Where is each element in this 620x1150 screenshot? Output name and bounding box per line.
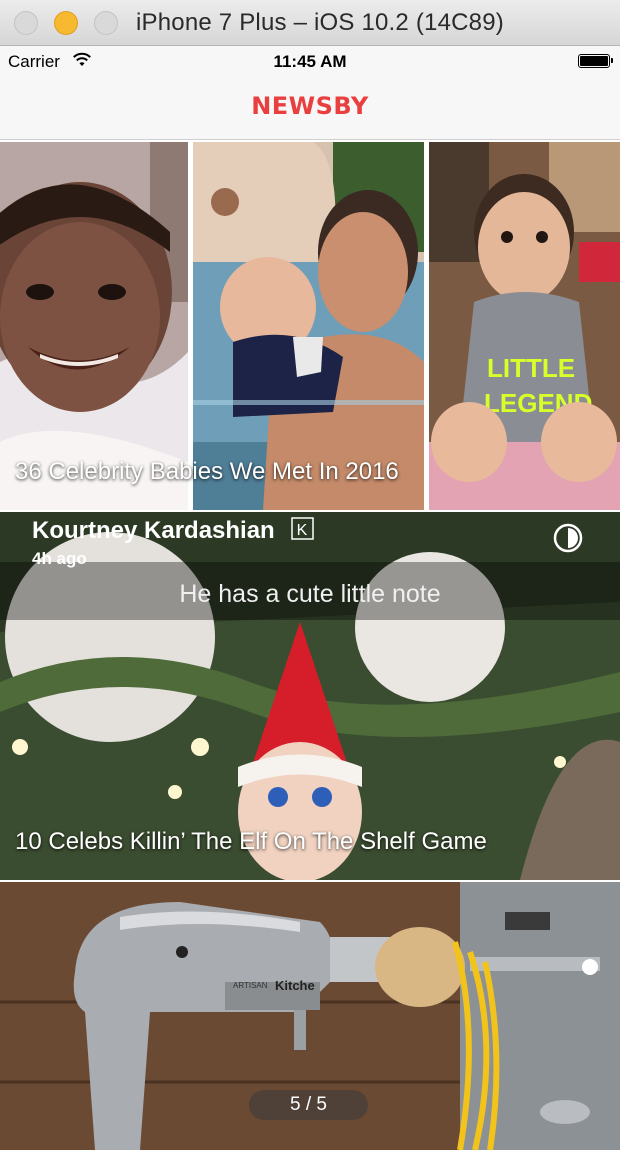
snap-username: Kourtney Kardashian [32, 517, 275, 544]
story-card-elf-on-shelf[interactable]: He has a cute little note Kourtney Karda… [0, 512, 620, 880]
svg-text:Kitche: Kitche [275, 978, 315, 993]
status-time: 11:45 AM [273, 52, 347, 71]
snap-text: He has a cute little note [179, 580, 440, 608]
story-caption: 36 Celebrity Babies We Met In 2016 [15, 458, 399, 485]
baby-photo-1 [0, 142, 188, 510]
baby-photo-3: LITTLE LEGEND [429, 142, 620, 510]
app-logo: NEWSBY [251, 92, 369, 120]
battery-icon [578, 54, 613, 68]
elf-photo: He has a cute little note Kourtney Karda… [0, 512, 620, 880]
window-close-button[interactable] [14, 11, 38, 35]
verified-badge: K [297, 522, 308, 539]
baby-photo-2 [193, 142, 424, 510]
story-caption: 10 Celebs Killin’ The Elf On The Shelf G… [15, 828, 487, 855]
page-indicator: 5 / 5 [249, 1090, 368, 1120]
window-zoom-button[interactable] [94, 11, 118, 35]
status-bar: Carrier 11:45 AM [0, 46, 620, 76]
window-minimize-button[interactable] [54, 11, 78, 35]
window-title: iPhone 7 Plus – iOS 10.2 (14C89) [136, 9, 504, 36]
story-card-mixer[interactable]: Kitche ARTISAN 5 / 5 [0, 882, 620, 1150]
snap-time: 4h ago [32, 549, 87, 568]
svg-text:LITTLE: LITTLE [487, 353, 575, 383]
simulator-screen: Carrier 11:45 AM NEWSBY LITTLE LEGEND 36… [0, 46, 620, 1150]
nav-bar: NEWSBY [0, 76, 620, 140]
svg-text:ARTISAN: ARTISAN [233, 981, 268, 990]
story-card-celebrity-babies[interactable]: LITTLE LEGEND 36 Celebrity Babies We Met… [0, 142, 620, 510]
window-titlebar: iPhone 7 Plus – iOS 10.2 (14C89) [0, 0, 620, 46]
